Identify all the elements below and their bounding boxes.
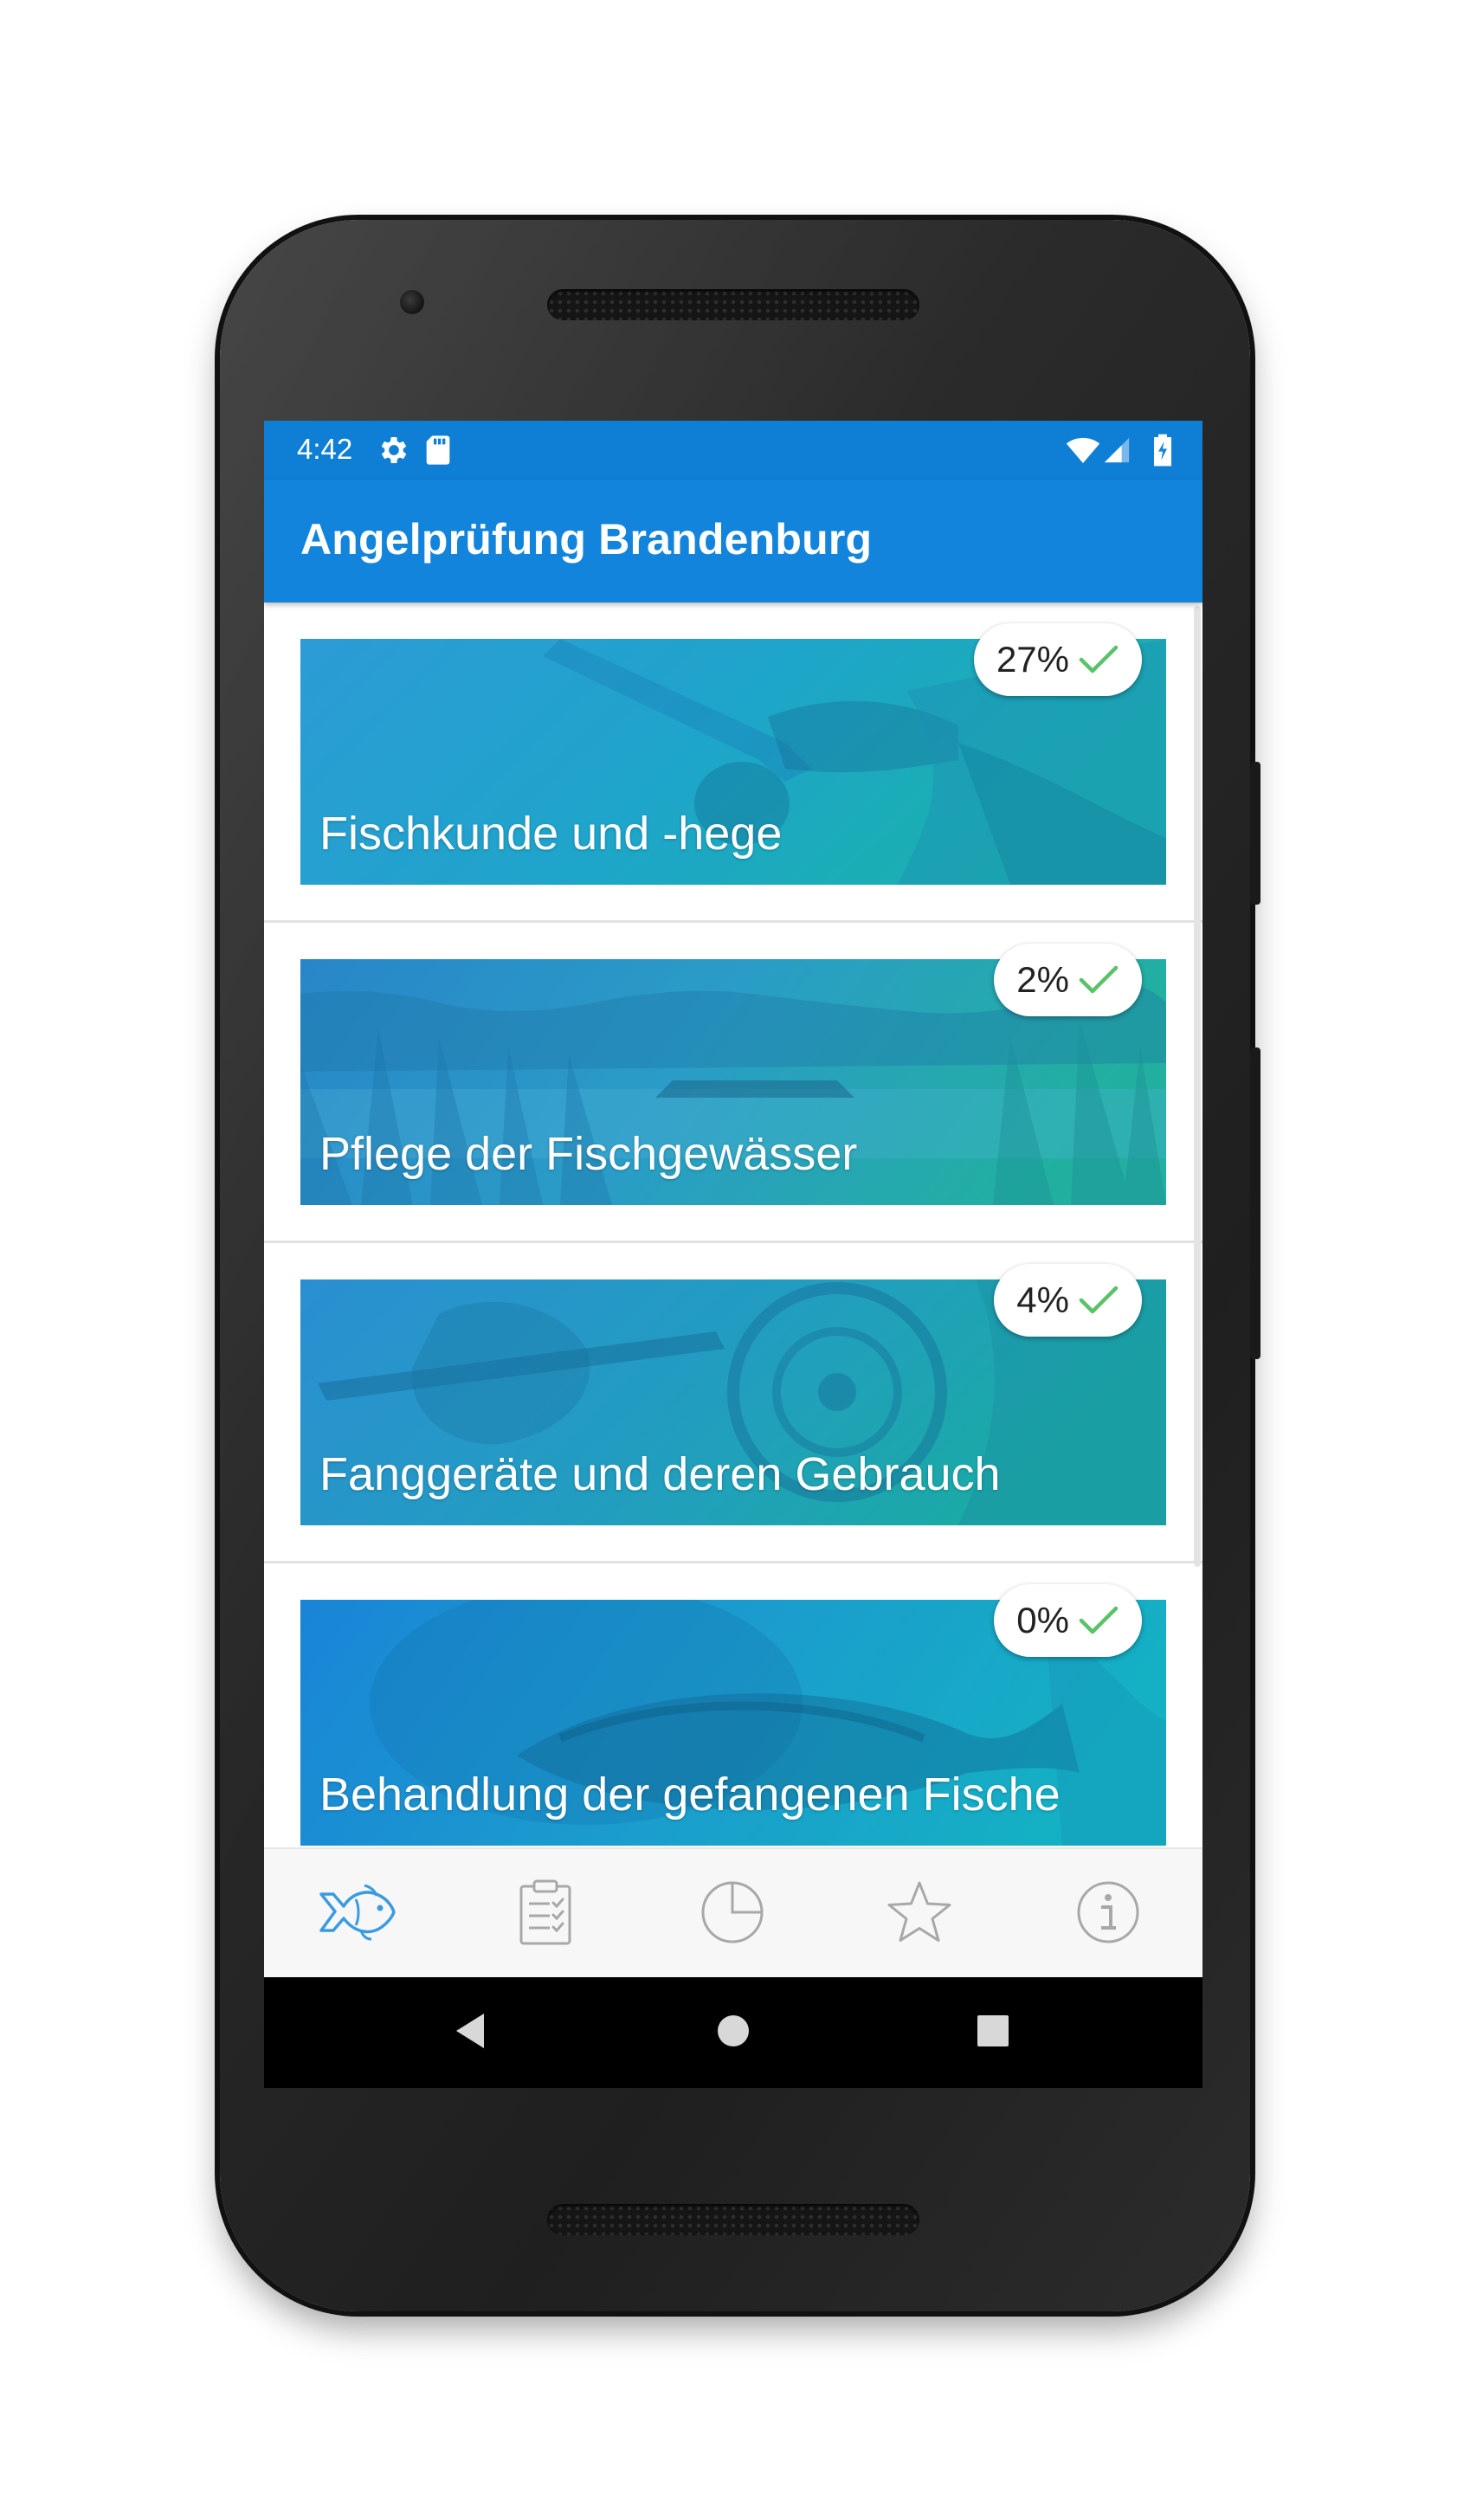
back-triangle-icon bbox=[453, 2012, 487, 2053]
info-icon bbox=[1075, 1879, 1141, 1949]
tab-info[interactable] bbox=[1069, 1875, 1147, 1953]
volume-button bbox=[1250, 1047, 1260, 1359]
front-camera bbox=[400, 290, 424, 314]
android-navigation-bar bbox=[264, 1977, 1202, 2088]
top-speaker bbox=[547, 289, 919, 320]
recents-square-icon bbox=[977, 2014, 1009, 2051]
progress-badge: 4% bbox=[994, 1264, 1142, 1337]
cell-signal-icon bbox=[1102, 433, 1132, 467]
check-icon bbox=[1078, 1283, 1119, 1318]
recents-button[interactable] bbox=[967, 2007, 1019, 2059]
home-button[interactable] bbox=[707, 2007, 759, 2059]
home-circle-icon bbox=[716, 2014, 751, 2052]
back-button[interactable] bbox=[444, 2007, 496, 2059]
category-row-behandlung: Behandlung der gefangenen Fische 0% bbox=[264, 1563, 1202, 1847]
tab-exam[interactable] bbox=[506, 1875, 584, 1953]
category-title: Pflege der Fischgewässer bbox=[319, 1128, 858, 1180]
category-title: Fanggeräte und deren Gebrauch bbox=[319, 1448, 1001, 1500]
star-icon bbox=[885, 1879, 954, 1949]
category-row-gewaesser: Pflege der Fischgewässer 2% bbox=[264, 923, 1202, 1243]
screen: 4:42 Angelprüfung Brandenburg Fischkunde… bbox=[264, 421, 1202, 2088]
category-row-fanggeraete: Fanggeräte und deren Gebrauch 4% bbox=[264, 1243, 1202, 1563]
pie-chart-icon bbox=[700, 1879, 765, 1949]
page-title: Angelprüfung Brandenburg bbox=[300, 515, 873, 564]
wifi-icon bbox=[1066, 433, 1100, 467]
progress-badge: 27% bbox=[973, 623, 1142, 696]
clipboard-checklist-icon bbox=[519, 1879, 572, 1949]
category-title: Fischkunde und -hege bbox=[319, 808, 783, 860]
battery-charging-icon bbox=[1152, 433, 1173, 467]
tab-statistics[interactable] bbox=[693, 1875, 771, 1953]
check-icon bbox=[1078, 642, 1119, 677]
gear-icon bbox=[377, 433, 411, 467]
status-bar: 4:42 bbox=[264, 421, 1202, 480]
tab-categories[interactable] bbox=[314, 1875, 396, 1953]
check-icon bbox=[1078, 1603, 1119, 1638]
category-row-fischkunde: Fischkunde und -hege 27% bbox=[264, 603, 1202, 923]
list-scrollbar[interactable] bbox=[1194, 606, 1201, 1567]
progress-badge: 0% bbox=[994, 1584, 1142, 1657]
bottom-tab-bar bbox=[264, 1847, 1202, 1977]
progress-value: 4% bbox=[1016, 1279, 1069, 1320]
progress-value: 2% bbox=[1016, 959, 1069, 1000]
category-title: Behandlung der gefangenen Fische bbox=[319, 1769, 1061, 1821]
category-list[interactable]: Fischkunde und -hege 27% Pflege der Fisc… bbox=[264, 603, 1202, 1847]
check-icon bbox=[1078, 963, 1119, 997]
status-time: 4:42 bbox=[297, 433, 353, 465]
app-bar: Angelprüfung Brandenburg bbox=[264, 480, 1202, 603]
progress-badge: 2% bbox=[994, 944, 1142, 1016]
progress-value: 27% bbox=[996, 639, 1069, 680]
power-button bbox=[1250, 762, 1260, 905]
tab-favorites[interactable] bbox=[880, 1875, 958, 1953]
fish-icon bbox=[314, 1882, 396, 1946]
bottom-speaker bbox=[547, 2204, 919, 2235]
sd-card-icon bbox=[423, 433, 453, 467]
progress-value: 0% bbox=[1016, 1600, 1069, 1640]
